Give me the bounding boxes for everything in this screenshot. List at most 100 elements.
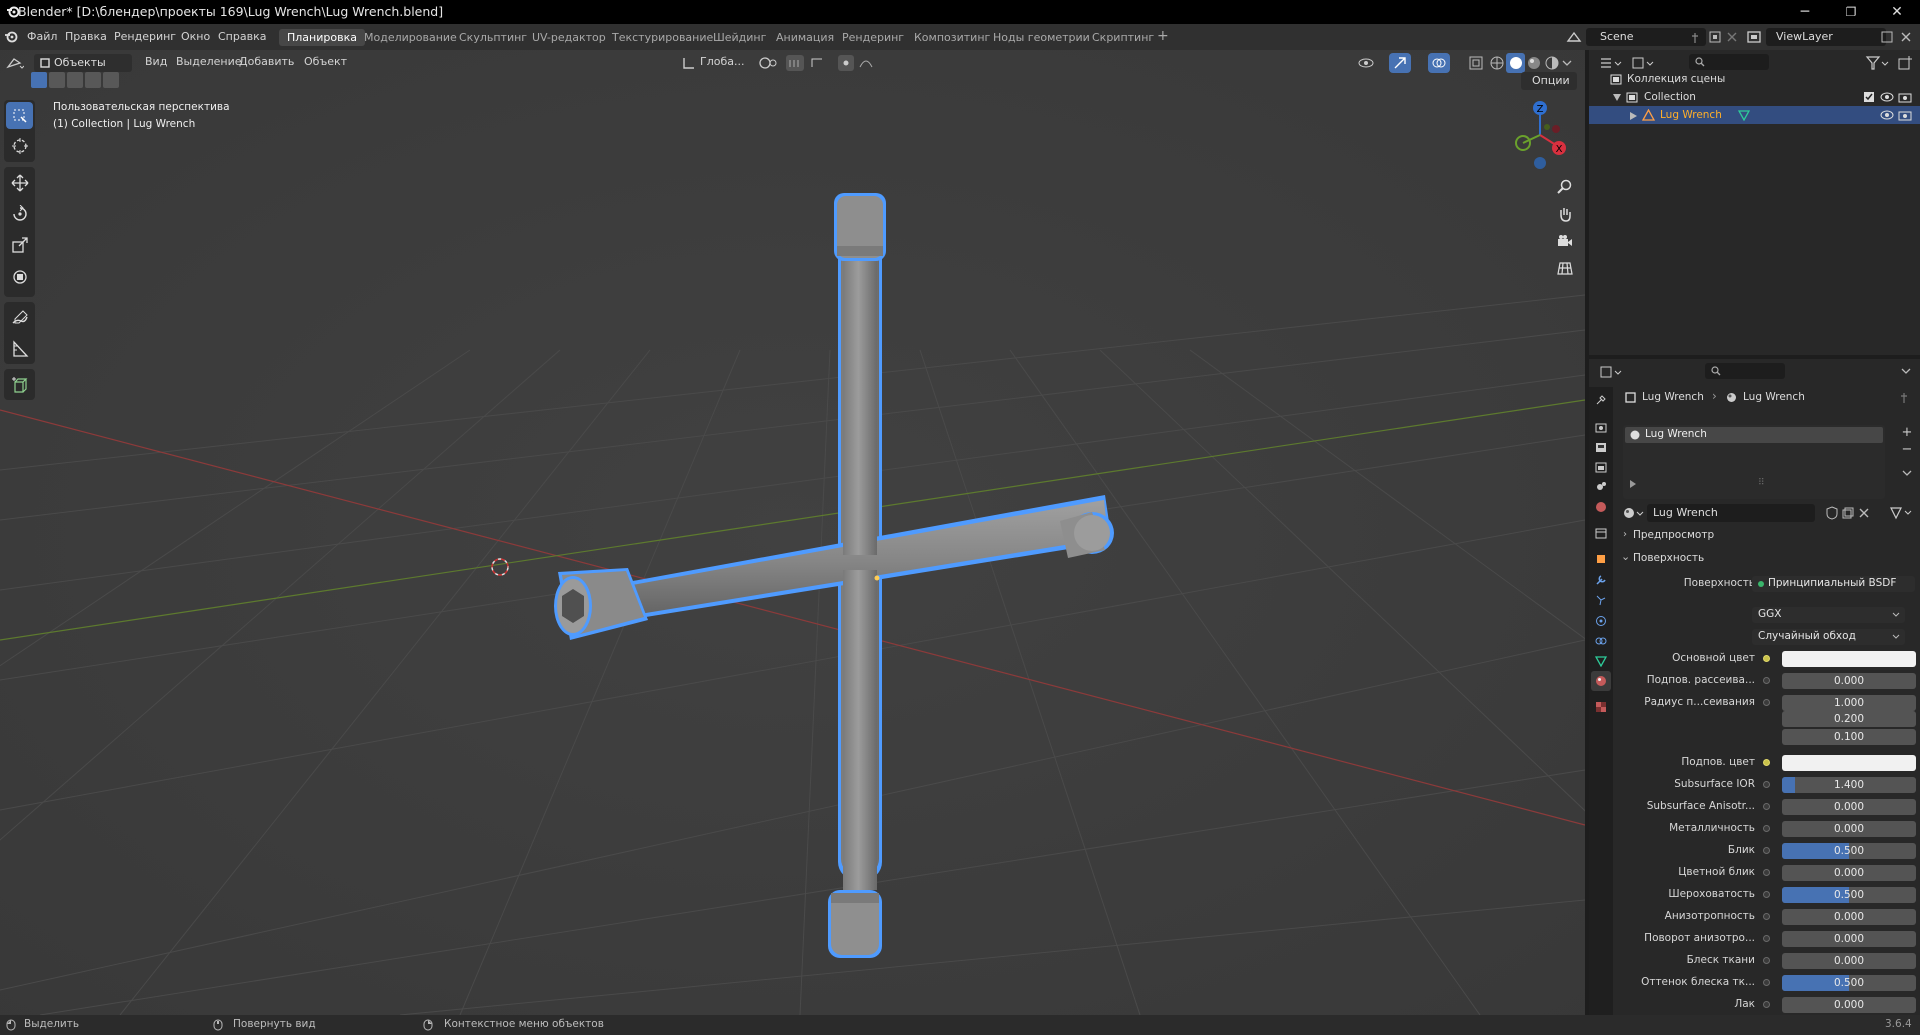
list-resize-handle-icon[interactable]: ⠿ [1758,478,1765,488]
tab-geometry-nodes[interactable]: Ноды геометрии [985,29,1098,46]
input-socket-icon[interactable] [1763,759,1770,766]
value-slider[interactable]: 1.000 [1782,695,1916,711]
input-socket-icon[interactable] [1763,699,1770,706]
material-name-field[interactable]: Lug Wrench [1647,504,1815,522]
slot-specials-chevron-icon[interactable] [1902,469,1912,477]
pan-view-button[interactable] [1553,202,1577,226]
input-socket-icon[interactable] [1763,935,1770,942]
input-socket-icon[interactable] [1763,979,1770,986]
view-layer-icon[interactable] [1746,29,1762,45]
select-box-tool[interactable] [6,102,33,129]
material-preview-icon[interactable] [1526,55,1542,71]
value-slider[interactable]: 0.000 [1782,909,1916,925]
collection-checkbox-icon[interactable] [1863,91,1875,103]
display-mode-icon[interactable] [1631,55,1657,71]
fake-user-icon[interactable] [1825,506,1839,520]
new-scene-icon[interactable] [1708,30,1722,44]
input-socket-icon[interactable] [1763,869,1770,876]
tab-physics[interactable] [1591,611,1611,631]
move-tool[interactable] [6,169,33,196]
mesh-data-icon[interactable] [1738,109,1750,121]
tab-world[interactable] [1591,497,1611,517]
tab-output[interactable] [1591,437,1611,457]
gizmo-toggle-icon[interactable] [1389,53,1411,73]
blender-menu-icon[interactable] [4,30,18,44]
camera-view-button[interactable] [1553,229,1577,253]
input-socket-icon[interactable] [1763,891,1770,898]
value-slider[interactable]: 0.000 [1782,865,1916,881]
minimize-button[interactable]: ─ [1782,0,1828,24]
tab-view-layer[interactable] [1591,457,1611,477]
scene-icon[interactable] [1566,29,1582,45]
tab-uv-editing[interactable]: UV-редактор [524,29,614,46]
tab-modifiers[interactable] [1591,570,1611,590]
perspective-toggle-button[interactable] [1553,256,1577,280]
tab-render[interactable] [1591,417,1611,437]
material-slot-item[interactable]: Lug Wrench [1625,427,1883,443]
duplicate-material-icon[interactable] [1841,506,1855,520]
maximize-button[interactable]: ❐ [1828,0,1874,24]
preview-panel-header[interactable]: › Предпросмотр [1617,526,1917,546]
outliner-search-input[interactable] [1689,54,1769,70]
menu-window[interactable]: Окно [181,30,210,43]
menu-file[interactable]: Файл [27,30,57,43]
select-mode-intersect-icon[interactable] [103,72,119,88]
tab-texture-paint[interactable]: Текстурирование [604,29,721,46]
expand-chevron-icon[interactable] [1613,94,1621,101]
tab-particles[interactable] [1591,590,1611,610]
filter-icon[interactable] [1865,55,1891,71]
value-slider[interactable]: 0.100 [1782,729,1916,745]
solid-shading-button[interactable] [1506,53,1525,73]
input-socket-icon[interactable] [1763,677,1770,684]
new-view-layer-icon[interactable] [1880,30,1894,44]
add-workspace-button[interactable]: + [1157,28,1169,44]
tab-data[interactable] [1591,651,1611,671]
transform-tool[interactable] [6,263,33,290]
transform-orientation-dropdown[interactable]: Глоба... [700,55,744,68]
tab-sculpting[interactable]: Скульптинг [451,29,535,46]
menu-edit[interactable]: Правка [65,30,107,43]
input-socket-icon[interactable] [1763,913,1770,920]
outliner-row-collection[interactable]: Collection [1589,88,1920,106]
value-slider[interactable]: 1.400 [1782,777,1916,793]
value-slider[interactable]: 0.500 [1782,843,1916,859]
input-socket-icon[interactable] [1763,803,1770,810]
add-cube-tool[interactable] [6,371,33,398]
value-slider[interactable]: 0.500 [1782,975,1916,991]
color-swatch[interactable] [1782,651,1916,667]
list-expand-icon[interactable] [1630,480,1636,488]
object-eye-icon[interactable] [1880,109,1894,121]
tab-shading[interactable]: Шейдинг [705,29,774,46]
3d-viewport[interactable]: Объекты Вид Выделение Добавить Объект Гл… [0,50,1585,1015]
menu-add[interactable]: Добавить [239,55,294,68]
options-dropdown[interactable]: Опции [1521,72,1577,90]
material-browse-icon[interactable] [1623,506,1645,520]
tab-layout[interactable]: Планировка [279,29,365,46]
outliner-row-scene-collection[interactable]: Коллекция сцены [1589,70,1920,88]
delete-scene-icon[interactable] [1726,31,1738,43]
new-collection-icon[interactable] [1897,55,1913,71]
tab-tool[interactable] [1591,390,1611,410]
overlays-toggle-icon[interactable] [1428,53,1450,73]
pin-icon[interactable] [1899,392,1909,404]
value-slider[interactable]: 0.000 [1782,821,1916,837]
outliner-row-lug-wrench[interactable]: Lug Wrench [1589,106,1920,124]
properties-editor-type-icon[interactable] [1599,365,1625,379]
viewport-scene[interactable] [0,50,1585,1015]
input-socket-icon[interactable] [1763,847,1770,854]
menu-help[interactable]: Справка [218,30,266,43]
cursor-tool[interactable] [6,132,33,159]
pin-icon[interactable] [1690,32,1700,44]
select-mode-extend-icon[interactable] [49,72,65,88]
menu-render[interactable]: Рендеринг [114,30,176,43]
navigation-gizmo[interactable]: Z X [1505,95,1575,175]
wireframe-shading-icon[interactable] [1489,55,1505,71]
scale-tool[interactable] [6,231,33,258]
tab-object[interactable] [1591,549,1611,569]
proportional-editing-icon[interactable] [838,55,878,71]
tab-texture[interactable] [1591,697,1611,717]
visibility-icon[interactable] [1357,55,1387,71]
editor-type-icon[interactable] [6,55,24,71]
object-render-icon[interactable] [1898,109,1912,121]
snap-icon[interactable] [786,55,832,71]
